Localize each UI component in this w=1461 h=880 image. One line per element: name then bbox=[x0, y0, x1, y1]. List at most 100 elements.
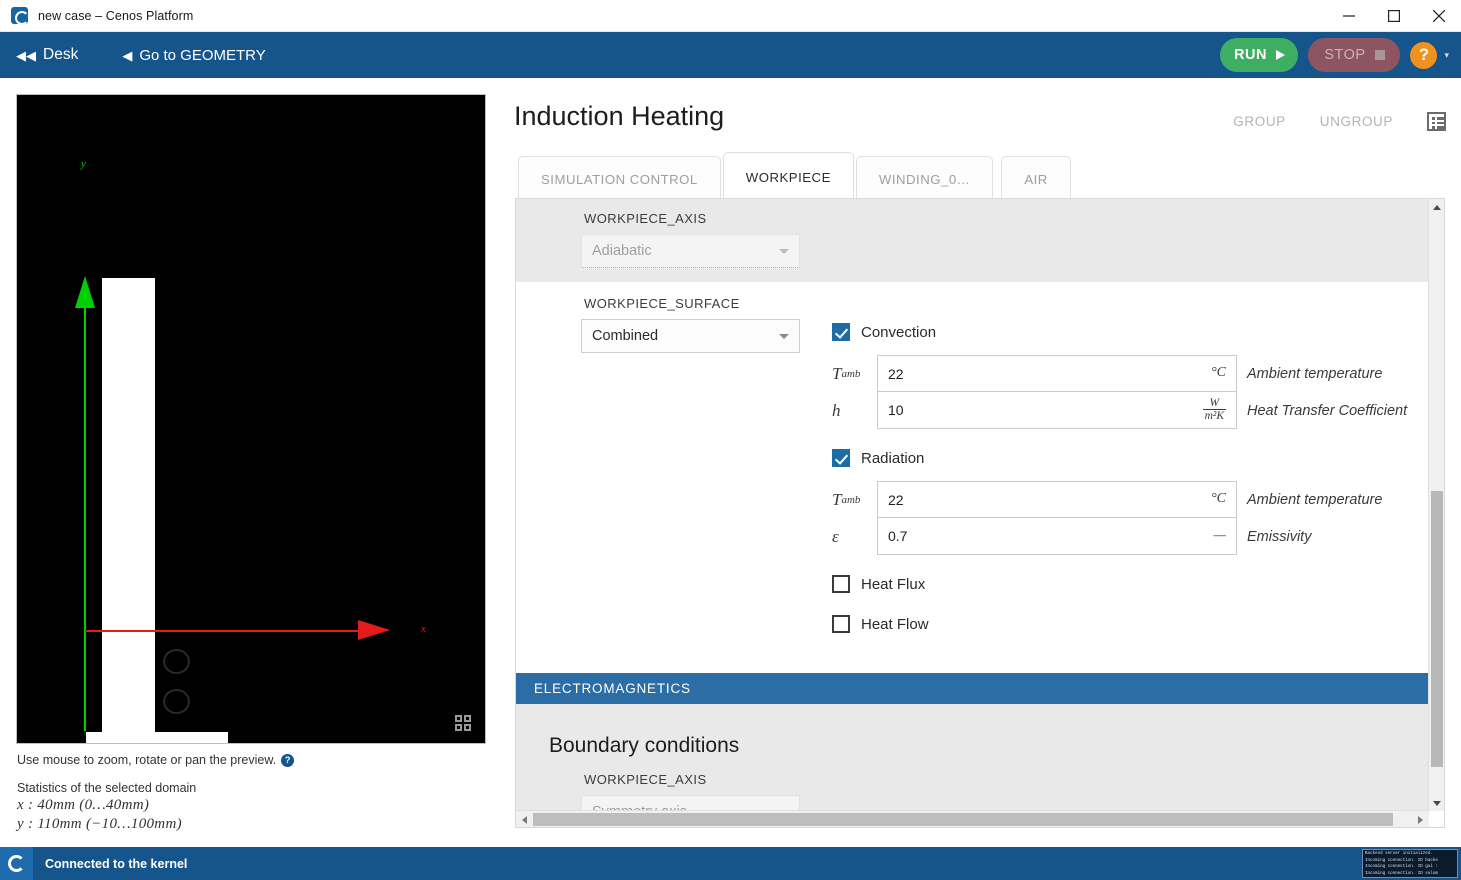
scroll-left-icon[interactable] bbox=[516, 811, 533, 828]
toolbar-actions: RUN STOP ? ▾ bbox=[1220, 38, 1461, 72]
geometry-preview-viewport[interactable]: y x bbox=[16, 94, 486, 744]
workpiece-axis-label: WORKPIECE_AXIS bbox=[584, 211, 707, 226]
workpiece-axis-select[interactable]: Adiabatic bbox=[581, 234, 800, 268]
stop-label: STOP bbox=[1324, 47, 1366, 63]
close-icon[interactable] bbox=[1416, 0, 1461, 32]
convection-tamb-description: Ambient temperature bbox=[1247, 365, 1383, 382]
vertical-scroll-thumb[interactable] bbox=[1431, 491, 1443, 767]
heat-flow-checkbox-row[interactable]: Heat Flow bbox=[832, 609, 1407, 639]
viewport-hint-text: Use mouse to zoom, rotate or pan the pre… bbox=[17, 753, 277, 767]
y-axis-line bbox=[84, 295, 86, 731]
main-toolbar: ◀◀ Desk ◀ Go to GEOMETRY RUN STOP ? ▾ bbox=[0, 32, 1461, 78]
y-axis-label: y bbox=[81, 158, 86, 170]
tab-air[interactable]: AIR bbox=[1001, 156, 1071, 202]
minimize-icon[interactable] bbox=[1326, 0, 1371, 32]
window-title: new case – Cenos Platform bbox=[38, 8, 194, 23]
workpiece-surface-select[interactable]: Combined bbox=[581, 319, 800, 353]
maximize-icon[interactable] bbox=[1371, 0, 1416, 32]
workpiece-horizontal-body bbox=[86, 732, 228, 743]
chevron-down-icon bbox=[779, 248, 789, 254]
radiation-label: Radiation bbox=[861, 449, 925, 467]
scroll-down-icon[interactable] bbox=[1429, 795, 1445, 811]
electromagnetics-section-header[interactable]: ELECTROMAGNETICS bbox=[516, 673, 1429, 704]
tab-workpiece[interactable]: WORKPIECE bbox=[722, 152, 854, 202]
settings-scroll-area: WORKPIECE_AXIS Adiabatic WORKPIECE_SURFA… bbox=[516, 199, 1429, 811]
convection-tamb-row: Tamb 22 °C Ambient temperature bbox=[832, 355, 1407, 392]
thermal-surface-section: WORKPIECE_SURFACE Combined Convection T … bbox=[516, 282, 1429, 673]
horizontal-scroll-thumb[interactable] bbox=[533, 813, 1393, 826]
convection-h-unit: W m²K bbox=[1202, 397, 1226, 424]
convection-h-unit-denominator: m²K bbox=[1204, 409, 1224, 422]
settings-panel: WORKPIECE_AXIS Adiabatic WORKPIECE_SURFA… bbox=[515, 198, 1445, 828]
go-to-geometry-button[interactable]: ◀ Go to GEOMETRY bbox=[120, 32, 267, 78]
convection-h-input[interactable]: 10 W m²K bbox=[877, 392, 1237, 429]
radiation-tamb-row: Tamb 22 °C Ambient temperature bbox=[832, 481, 1407, 518]
convection-h-description: Heat Transfer Coefficient bbox=[1247, 402, 1408, 419]
workpiece-vertical-body bbox=[102, 278, 155, 743]
winding-coil-1 bbox=[163, 649, 190, 674]
convection-fields: Tamb 22 °C Ambient temperature h 10 W m²… bbox=[832, 355, 1407, 429]
heat-flux-checkbox[interactable] bbox=[832, 575, 850, 593]
help-circle-icon[interactable]: ? bbox=[281, 753, 295, 767]
radiation-tamb-symbol: Tamb bbox=[832, 489, 861, 509]
x-axis-arrow-icon bbox=[358, 620, 390, 640]
geometry-label: Go to GEOMETRY bbox=[139, 46, 266, 64]
radiation-emissivity-input[interactable]: 0.7 — bbox=[877, 518, 1237, 555]
statistics-y: y : 110mm (−10…100mm) bbox=[17, 816, 182, 832]
run-button[interactable]: RUN bbox=[1220, 38, 1299, 72]
workpiece-surface-label: WORKPIECE_SURFACE bbox=[584, 296, 740, 311]
convection-checkbox-row[interactable]: Convection bbox=[832, 317, 1407, 347]
chevron-down-icon[interactable]: ▾ bbox=[1444, 50, 1449, 61]
radiation-checkbox[interactable] bbox=[832, 449, 850, 467]
list-view-icon[interactable] bbox=[1427, 112, 1446, 131]
fullscreen-icon[interactable] bbox=[455, 715, 471, 731]
x-axis-label: x bbox=[421, 623, 426, 635]
application-window: new case – Cenos Platform ◀◀ Desk ◀ Go t… bbox=[0, 0, 1461, 880]
radiation-emissivity-row: ε 0.7 — Emissivity bbox=[832, 518, 1407, 555]
convection-h-symbol: h bbox=[832, 400, 841, 420]
boundary-conditions-title: Boundary conditions bbox=[549, 734, 740, 757]
radiation-checkbox-row[interactable]: Radiation bbox=[832, 443, 1407, 473]
panel-vertical-scrollbar[interactable] bbox=[1428, 199, 1444, 811]
panel-horizontal-scrollbar[interactable] bbox=[516, 810, 1429, 827]
scroll-up-icon[interactable] bbox=[1429, 199, 1445, 215]
viewport-hint: Use mouse to zoom, rotate or pan the pre… bbox=[17, 753, 295, 767]
geometry-back-icon: ◀ bbox=[122, 47, 133, 63]
radiation-fields: Tamb 22 °C Ambient temperature ε 0.7 — E… bbox=[832, 481, 1407, 555]
stop-button[interactable]: STOP bbox=[1308, 38, 1401, 72]
scroll-right-icon[interactable] bbox=[1412, 811, 1429, 828]
em-workpiece-axis-select[interactable]: Symmetry axis bbox=[581, 795, 800, 811]
radiation-tamb-input[interactable]: 22 °C bbox=[877, 481, 1237, 518]
help-icon[interactable]: ? bbox=[1410, 41, 1438, 69]
radiation-tamb-unit: °C bbox=[1211, 491, 1226, 507]
y-axis-arrow-icon bbox=[75, 276, 95, 308]
desk-back-icon: ◀◀ bbox=[16, 47, 36, 63]
convection-tamb-value: 22 bbox=[888, 365, 904, 382]
group-actions: GROUP UNGROUP bbox=[1233, 112, 1446, 131]
stop-square-icon bbox=[1374, 50, 1385, 60]
radiation-tamb-description: Ambient temperature bbox=[1247, 491, 1383, 508]
convection-checkbox[interactable] bbox=[832, 323, 850, 341]
convection-tamb-symbol: Tamb bbox=[832, 363, 861, 383]
thermal-axis-section: WORKPIECE_AXIS Adiabatic bbox=[516, 199, 1429, 282]
workpiece-surface-value: Combined bbox=[592, 328, 659, 344]
ungroup-button[interactable]: UNGROUP bbox=[1320, 114, 1393, 129]
radiation-emissivity-symbol: ε bbox=[832, 526, 839, 546]
tab-simulation-control[interactable]: SIMULATION CONTROL bbox=[518, 156, 721, 202]
x-axis-line bbox=[85, 630, 363, 632]
electromagnetics-section: Boundary conditions WORKPIECE_AXIS Symme… bbox=[516, 704, 1429, 811]
winding-coil-2 bbox=[163, 689, 190, 714]
heat-flux-checkbox-row[interactable]: Heat Flux bbox=[832, 569, 1407, 599]
desk-button[interactable]: ◀◀ Desk bbox=[14, 32, 80, 78]
tab-winding-0[interactable]: WINDING_0… bbox=[855, 156, 994, 202]
convection-tamb-input[interactable]: 22 °C bbox=[877, 355, 1237, 392]
convection-h-value: 10 bbox=[888, 402, 904, 418]
group-button[interactable]: GROUP bbox=[1233, 114, 1286, 129]
heat-flow-checkbox[interactable] bbox=[832, 615, 850, 633]
em-workpiece-axis-label: WORKPIECE_AXIS bbox=[584, 772, 707, 787]
radiation-emissivity-unit: — bbox=[1213, 527, 1226, 543]
console-log-panel[interactable]: Backend server initialized. Incoming con… bbox=[1362, 849, 1458, 878]
workpiece-axis-value: Adiabatic bbox=[592, 243, 652, 259]
console-line: Incoming connection. ID salom bbox=[1365, 871, 1438, 876]
cenos-logo-icon bbox=[11, 7, 29, 25]
